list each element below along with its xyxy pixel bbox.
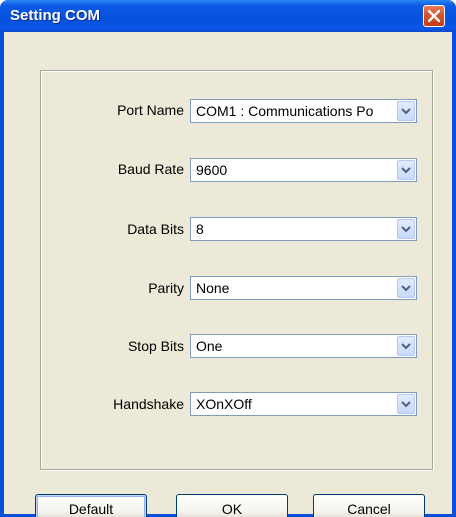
handshake-dropdown-button[interactable] (397, 394, 415, 414)
data-bits-select[interactable]: 8 (190, 217, 417, 241)
data-bits-label: Data Bits (127, 221, 184, 237)
chevron-down-icon (401, 167, 411, 174)
data-bits-dropdown-button[interactable] (397, 219, 415, 239)
ok-button[interactable]: OK (176, 494, 288, 517)
chevron-down-icon (401, 401, 411, 408)
close-button[interactable] (423, 5, 445, 27)
chevron-down-icon (401, 285, 411, 292)
port-name-label: Port Name (117, 102, 184, 118)
chevron-down-icon (401, 226, 411, 233)
stop-bits-dropdown-button[interactable] (397, 336, 415, 356)
port-name-select[interactable]: COM1 : Communications Port (190, 99, 417, 123)
handshake-label: Handshake (113, 396, 184, 412)
port-name-value: COM1 : Communications Port (196, 103, 374, 119)
cancel-button[interactable]: Cancel (313, 494, 425, 517)
handshake-select[interactable]: XOnXOff (190, 392, 417, 416)
baud-rate-dropdown-button[interactable] (397, 160, 415, 180)
parity-dropdown-button[interactable] (397, 278, 415, 298)
stop-bits-select[interactable]: One (190, 334, 417, 358)
handshake-value: XOnXOff (196, 396, 252, 412)
baud-rate-label: Baud Rate (117, 161, 184, 177)
title-bar[interactable]: Setting COM (0, 0, 456, 32)
parity-value: None (196, 280, 230, 296)
window-title: Setting COM (10, 7, 100, 24)
close-icon (428, 10, 440, 22)
chevron-down-icon (401, 343, 411, 350)
stop-bits-value: One (196, 338, 223, 354)
baud-rate-value: 9600 (196, 162, 228, 178)
default-button[interactable]: Default (35, 494, 147, 517)
dialog-body: Port Name COM1 : Communications Port Bau… (4, 32, 452, 517)
port-name-dropdown-button[interactable] (397, 101, 415, 121)
parity-label: Parity (148, 280, 184, 296)
dialog-window: Setting COM Port Name COM1 : Communicati… (0, 0, 456, 517)
data-bits-value: 8 (196, 221, 204, 237)
baud-rate-select[interactable]: 9600 (190, 158, 417, 182)
stop-bits-label: Stop Bits (127, 338, 184, 354)
chevron-down-icon (401, 108, 411, 115)
parity-select[interactable]: None (190, 276, 417, 300)
